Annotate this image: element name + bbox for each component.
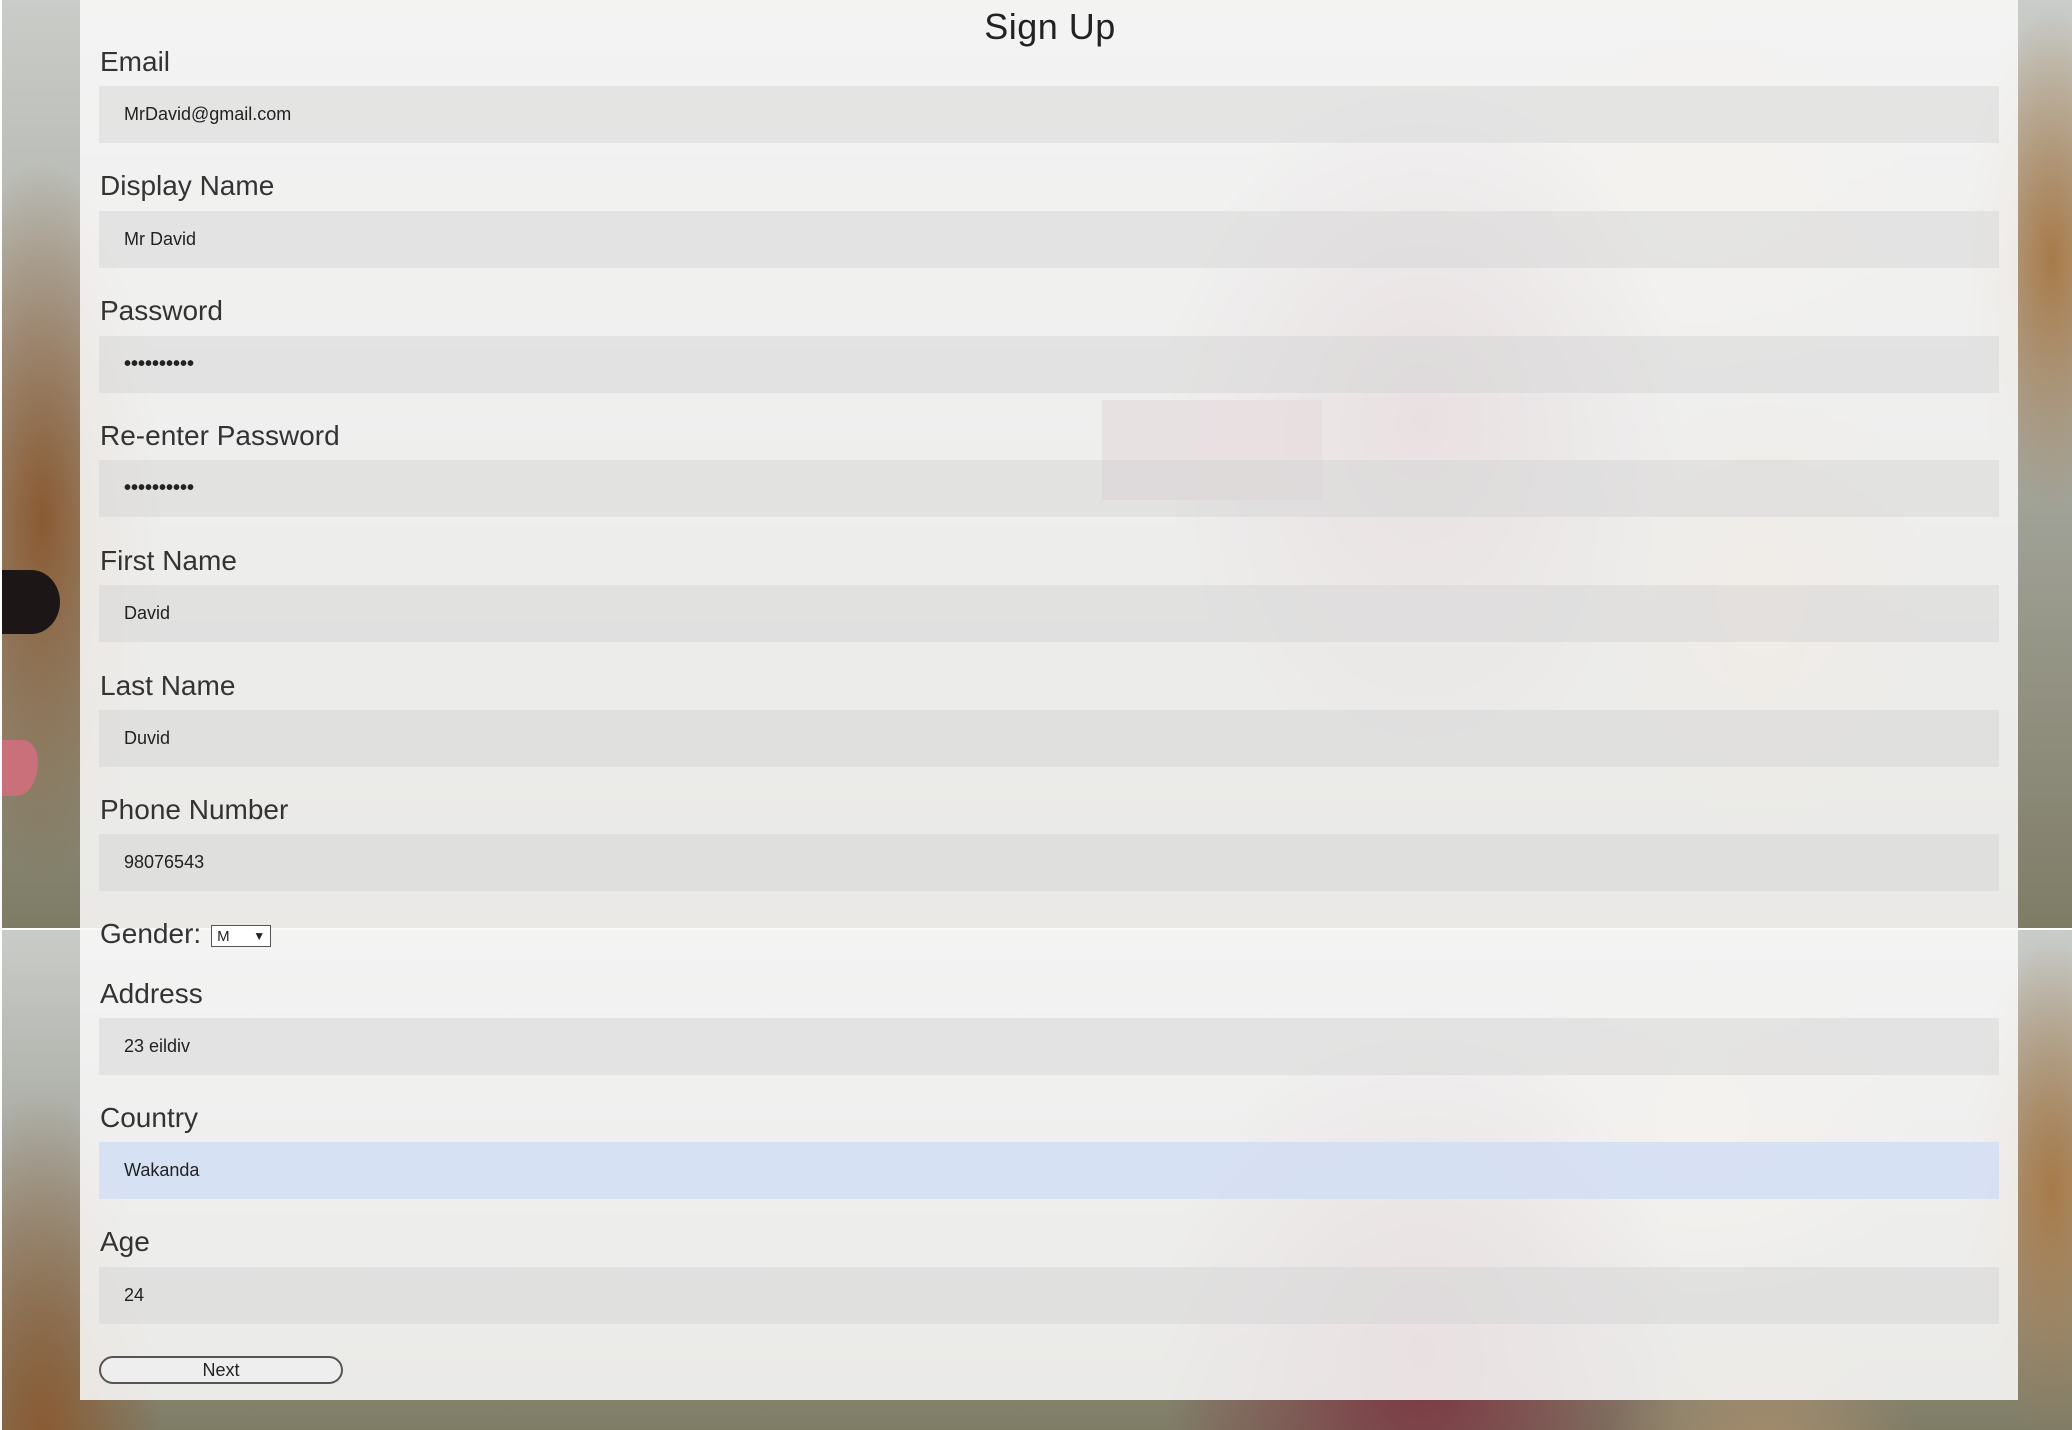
gender-label: Gender: (100, 918, 202, 949)
phone-number-field[interactable]: 98076543 (99, 834, 1999, 891)
confirm-password-field[interactable]: •••••••••• (99, 460, 1999, 517)
email-label: Email (100, 46, 171, 77)
last-name-label: Last Name (100, 670, 236, 701)
address-label: Address (100, 978, 203, 1009)
gender-select[interactable]: M ▼ (211, 925, 272, 947)
display-name-label: Display Name (100, 170, 275, 201)
address-field[interactable]: 23 eildiv (99, 1018, 1999, 1075)
phone-number-label: Phone Number (100, 794, 289, 825)
first-name-field[interactable]: David (99, 585, 1999, 642)
chevron-down-icon: ▼ (253, 929, 266, 943)
display-name-field[interactable]: Mr David (99, 211, 1999, 268)
email-field[interactable]: MrDavid@gmail.com (99, 86, 1999, 143)
age-label: Age (100, 1226, 150, 1257)
dog-nose-shape (2, 570, 60, 634)
next-button[interactable]: Next (99, 1356, 343, 1384)
country-label: Country (100, 1102, 199, 1133)
gender-selected-value: M (217, 927, 230, 945)
password-field[interactable]: •••••••••• (99, 336, 1999, 393)
age-field[interactable]: 24 (99, 1267, 1999, 1324)
last-name-field[interactable]: Duvid (99, 710, 1999, 767)
first-name-label: First Name (100, 545, 237, 576)
page-title: Sign Up (984, 6, 1116, 47)
gender-row: Gender: M ▼ (100, 917, 272, 951)
confirm-password-label: Re-enter Password (100, 420, 340, 451)
password-label: Password (100, 295, 223, 326)
dog-tongue-shape (2, 740, 38, 796)
country-field[interactable]: Wakanda (99, 1142, 1999, 1199)
